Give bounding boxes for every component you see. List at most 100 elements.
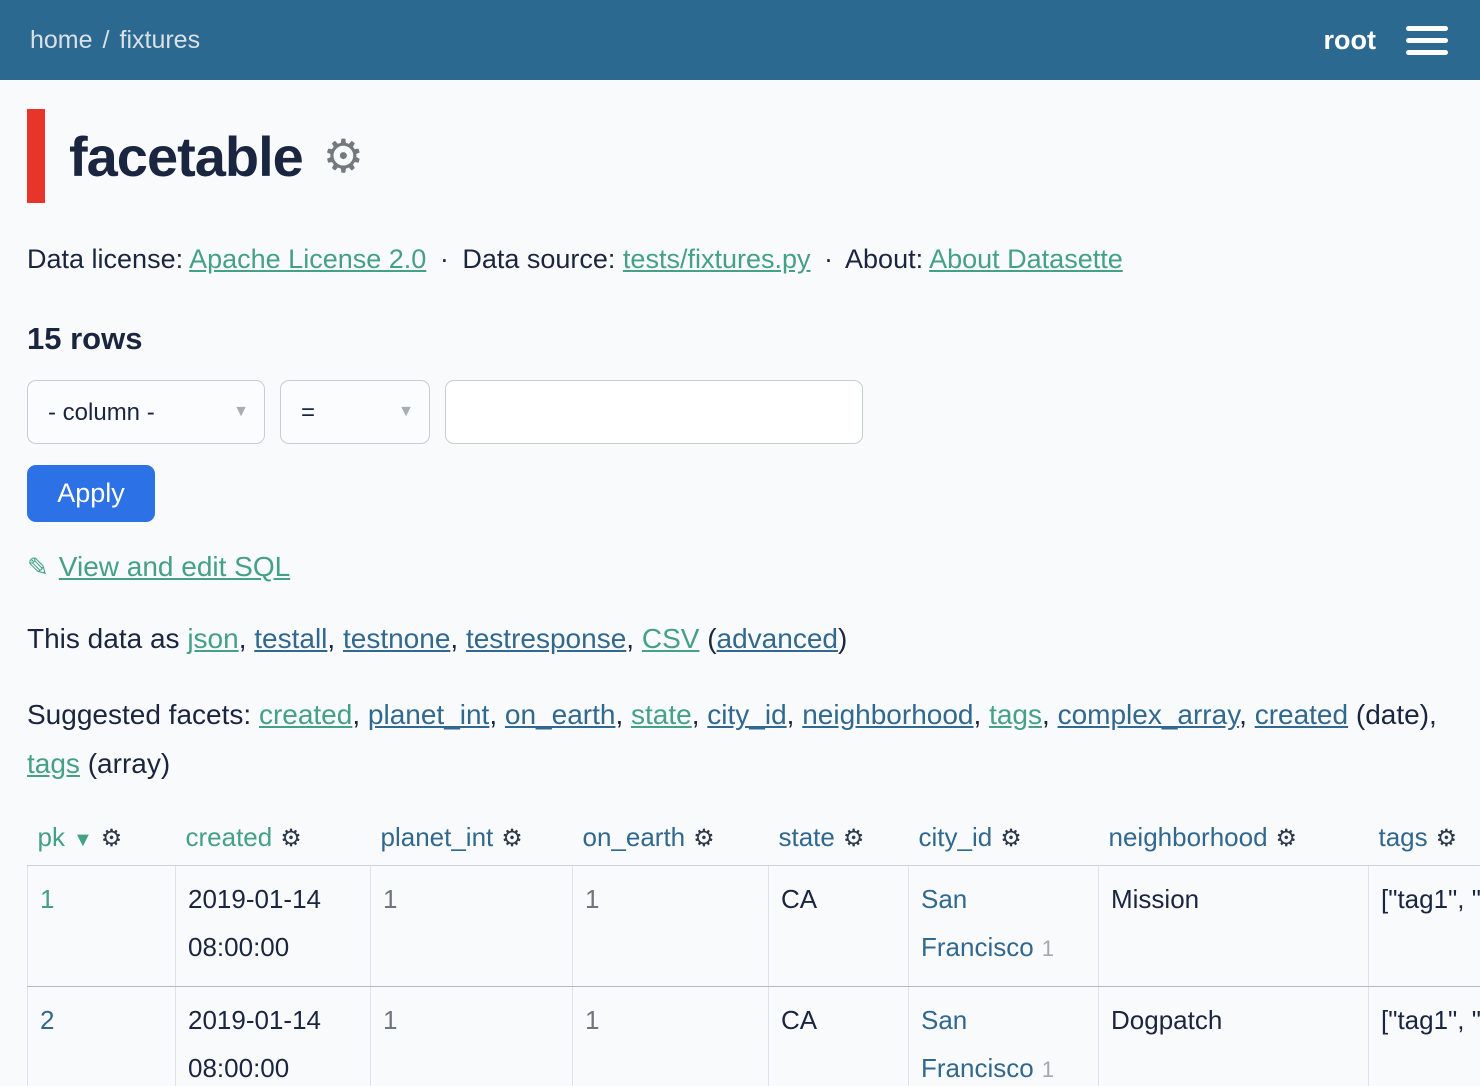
facet-link-tags-array[interactable]: tags xyxy=(27,748,80,779)
column-sort-link-neighborhood[interactable]: neighborhood xyxy=(1109,822,1268,852)
column-gear-icon[interactable]: ⚙ xyxy=(693,825,715,852)
city-link[interactable]: San Francisco xyxy=(921,884,1034,962)
export-link-csv[interactable]: CSV xyxy=(642,623,700,654)
license-link[interactable]: Apache License 2.0 xyxy=(189,244,426,274)
facet-separator: , xyxy=(1239,699,1255,730)
export-prefix: This data as xyxy=(27,623,187,654)
filter-row: - column - ▼ = ▼ xyxy=(27,380,1450,444)
column-gear-icon[interactable]: ⚙ xyxy=(501,825,523,852)
filter-column-select[interactable]: - column - xyxy=(27,380,265,444)
column-header-planet-int: planet_int ⚙ xyxy=(371,816,573,866)
cell-created: 2019-01-14 08:00:00 xyxy=(176,866,371,987)
column-gear-icon[interactable]: ⚙ xyxy=(1436,825,1458,852)
column-sort-link-city-id[interactable]: city_id xyxy=(919,822,993,852)
export-separator: ) xyxy=(838,623,847,654)
column-gear-icon[interactable]: ⚙ xyxy=(1000,825,1022,852)
cell-value: ["tag1", "tag2"] xyxy=(1381,884,1480,914)
column-header-tags: tags ⚙ xyxy=(1369,816,1480,866)
hamburger-bar xyxy=(1406,38,1448,43)
facet-link-on-earth[interactable]: on_earth xyxy=(505,699,616,730)
filter-operator-select-wrap: = ▼ xyxy=(280,380,430,444)
metadata-dot: · xyxy=(440,244,449,274)
facet-link-created-date[interactable]: created xyxy=(1255,699,1348,730)
title-row: facetable ⚙ xyxy=(27,108,1450,204)
cell-value: 2019-01-14 08:00:00 xyxy=(188,884,321,962)
facet-link-created[interactable]: created xyxy=(259,699,352,730)
cell-city-id: San Francisco 1 xyxy=(909,866,1099,987)
export-separator: , xyxy=(450,623,466,654)
cell-tags: ["tag1", "tag3"] xyxy=(1369,987,1480,1086)
source-link[interactable]: tests/fixtures.py xyxy=(623,244,811,274)
column-sort-link-state[interactable]: state xyxy=(779,822,835,852)
suggested-facets-line: Suggested facets: created, planet_int, o… xyxy=(27,691,1447,788)
metadata-line: Data license: Apache License 2.0 · Data … xyxy=(27,244,1450,275)
hamburger-bar xyxy=(1406,26,1448,31)
city-id-number: 1 xyxy=(1042,1057,1054,1082)
export-separator: ( xyxy=(699,623,716,654)
page-title: facetable xyxy=(69,124,303,189)
user-menu-link[interactable]: root xyxy=(1324,25,1376,56)
cell-tags: ["tag1", "tag2"] xyxy=(1369,866,1480,987)
column-sort-link-planet-int[interactable]: planet_int xyxy=(381,822,494,852)
cell-planet-int: 1 xyxy=(371,987,573,1086)
nav-right: root xyxy=(1324,25,1448,56)
facets-prefix: Suggested facets: xyxy=(27,699,259,730)
city-id-number: 1 xyxy=(1042,936,1054,961)
sort-desc-icon: ▼ xyxy=(73,829,93,851)
breadcrumb-home-link[interactable]: home xyxy=(30,26,93,54)
cell-pk: 2 xyxy=(28,987,176,1086)
about-link[interactable]: About Datasette xyxy=(929,244,1123,274)
column-sort-link-on-earth[interactable]: on_earth xyxy=(583,822,686,852)
column-sort-link-tags[interactable]: tags xyxy=(1379,822,1428,852)
cell-value: 1 xyxy=(383,884,397,914)
cell-neighborhood: Dogpatch xyxy=(1099,987,1369,1086)
cell-state: CA xyxy=(769,866,909,987)
export-links-line: This data as json, testall, testnone, te… xyxy=(27,623,1450,655)
facet-link-neighborhood[interactable]: neighborhood xyxy=(802,699,973,730)
view-edit-sql-link[interactable]: View and edit SQL xyxy=(59,551,290,582)
cell-planet-int: 1 xyxy=(371,866,573,987)
apply-button[interactable]: Apply xyxy=(27,465,155,522)
export-separator: , xyxy=(239,623,255,654)
column-header-state: state ⚙ xyxy=(769,816,909,866)
export-link-testresponse[interactable]: testresponse xyxy=(466,623,626,654)
column-sort-link-pk[interactable]: pk xyxy=(38,822,65,852)
breadcrumb-current-link[interactable]: fixtures xyxy=(120,26,201,54)
facet-link-planet-int[interactable]: planet_int xyxy=(368,699,489,730)
pencil-icon: ✎ xyxy=(27,552,49,582)
column-sort-link-created[interactable]: created xyxy=(186,822,273,852)
facet-link-tags[interactable]: tags xyxy=(989,699,1042,730)
filter-operator-select[interactable]: = xyxy=(280,380,430,444)
facet-separator: (array) xyxy=(80,748,170,779)
column-gear-icon[interactable]: ⚙ xyxy=(843,825,865,852)
column-gear-icon[interactable]: ⚙ xyxy=(280,825,302,852)
city-link[interactable]: San Francisco xyxy=(921,1005,1034,1083)
row-pk-link[interactable]: 1 xyxy=(40,884,54,914)
facet-link-complex-array[interactable]: complex_array xyxy=(1058,699,1240,730)
table-settings-gear-icon[interactable]: ⚙ xyxy=(323,133,364,179)
export-link-testnone[interactable]: testnone xyxy=(343,623,450,654)
row-pk-link[interactable]: 2 xyxy=(40,1005,54,1035)
cell-state: CA xyxy=(769,987,909,1086)
export-link-json[interactable]: json xyxy=(187,623,238,654)
filter-value-input[interactable] xyxy=(445,380,863,444)
cell-value: ["tag1", "tag3"] xyxy=(1381,1005,1480,1035)
column-gear-icon[interactable]: ⚙ xyxy=(101,825,123,852)
column-gear-icon[interactable]: ⚙ xyxy=(1276,825,1298,852)
filter-column-select-wrap: - column - ▼ xyxy=(27,380,265,444)
cell-pk: 1 xyxy=(28,866,176,987)
cell-value: 2019-01-14 08:00:00 xyxy=(188,1005,321,1083)
facet-link-state[interactable]: state xyxy=(631,699,692,730)
export-link-testall[interactable]: testall xyxy=(254,623,327,654)
cell-value: Mission xyxy=(1111,884,1199,914)
cell-value: 1 xyxy=(383,1005,397,1035)
hamburger-menu-icon[interactable] xyxy=(1406,26,1448,55)
cell-on-earth: 1 xyxy=(573,987,769,1086)
export-link-advanced[interactable]: advanced xyxy=(717,623,838,654)
top-nav: home / fixtures root xyxy=(0,0,1480,80)
edit-sql-line: ✎ View and edit SQL xyxy=(27,551,1450,583)
facet-separator: , xyxy=(352,699,368,730)
breadcrumb-separator: / xyxy=(103,26,110,54)
column-header-pk: pk ▼ ⚙ xyxy=(28,816,176,866)
facet-link-city-id[interactable]: city_id xyxy=(707,699,786,730)
